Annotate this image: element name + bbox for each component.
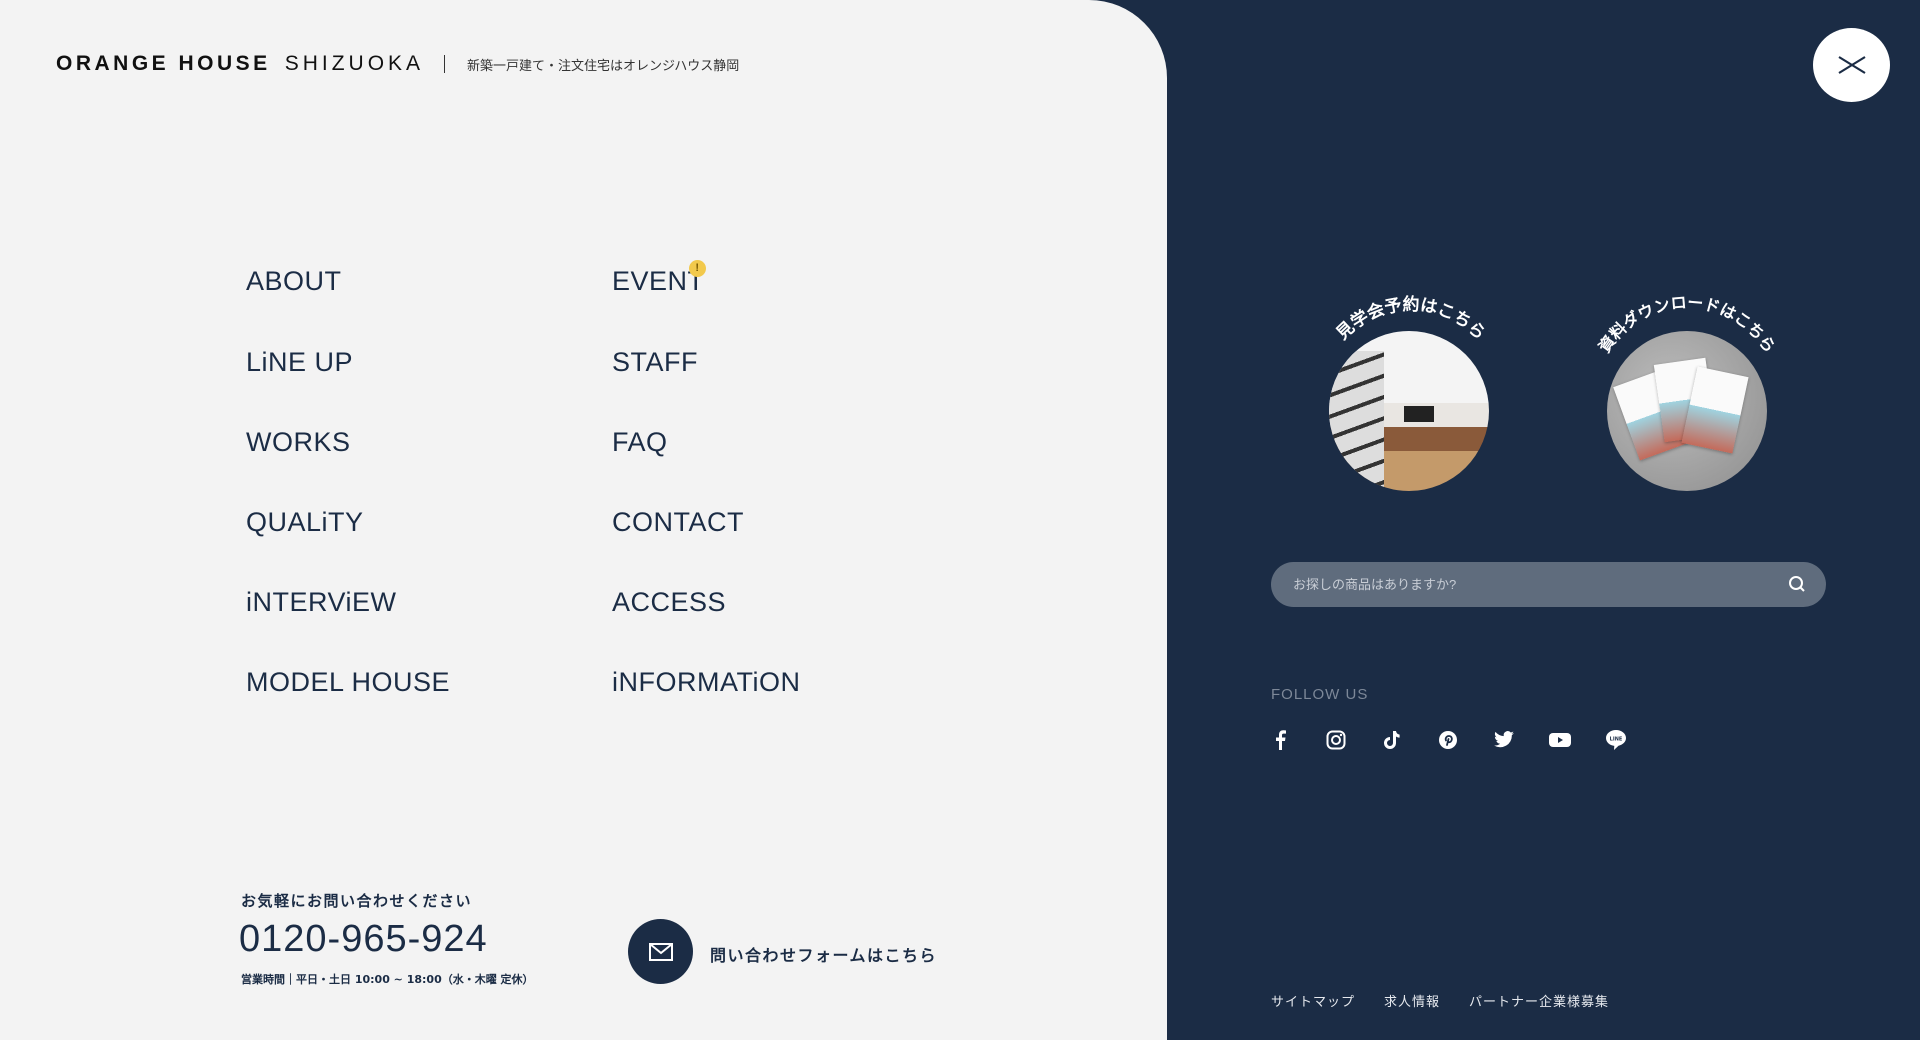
nav-works[interactable]: WORKS [246,427,351,458]
pinterest-icon[interactable] [1436,728,1460,752]
nav-information[interactable]: iNFORMATiON [612,667,800,698]
facebook-icon[interactable] [1268,728,1292,752]
phone-number[interactable]: 0120-965-924 [239,918,488,961]
instagram-icon[interactable] [1324,728,1348,752]
nav-model-house[interactable]: MODEL HOUSE [246,667,450,698]
twitter-icon[interactable] [1492,728,1516,752]
divider [444,55,446,73]
footer-links: サイトマップ 求人情報 パートナー企業様募集 [1271,991,1609,1010]
footer-sitemap[interactable]: サイトマップ [1271,991,1355,1010]
contact-label: お気軽にお問い合わせください [241,892,473,910]
nav-interview[interactable]: iNTERViEW [246,587,397,618]
contact-form-button[interactable] [628,919,693,984]
tiktok-icon[interactable] [1380,728,1404,752]
model-house-photo [1329,331,1489,491]
youtube-icon[interactable] [1548,728,1572,752]
menu-panel: ORANGE HOUSE SHIZUOKA 新築一戸建て・注文住宅はオレンジハウ… [0,0,1167,1040]
nav-staff[interactable]: STAFF [612,347,698,378]
footer-partner[interactable]: パートナー企業様募集 [1469,991,1609,1010]
event-new-badge: ! [689,260,706,277]
nav-contact[interactable]: CONTACT [612,507,744,538]
business-hours: 営業時間｜平日・土日 10:00 ~ 18:00（水・木曜 定休） [241,973,534,986]
social-links: LINE [1268,728,1628,752]
svg-text:LINE: LINE [1610,737,1623,743]
mail-icon [648,942,673,961]
nav-access[interactable]: ACCESS [612,587,726,618]
nav-lineup[interactable]: LiNE UP [246,347,353,378]
logo[interactable]: ORANGE HOUSE SHIZUOKA 新築一戸建て・注文住宅はオレンジハウ… [56,52,739,76]
nav-faq[interactable]: FAQ [612,427,668,458]
close-button[interactable] [1813,28,1890,102]
brochure-photo [1607,331,1767,491]
close-icon [1837,56,1866,74]
nav-quality[interactable]: QUALiTY [246,507,364,538]
search-bar [1271,562,1826,607]
nav-about[interactable]: ABOUT [246,266,342,297]
footer-recruit[interactable]: 求人情報 [1384,991,1440,1010]
line-icon[interactable]: LINE [1604,728,1628,752]
search-icon[interactable] [1788,575,1806,593]
brochure-download-link[interactable]: 資料ダウンロードはこちら [1562,270,1812,500]
follow-us-label: FOLLOW US [1271,686,1369,703]
brand-name: ORANGE HOUSE [56,52,271,75]
search-input[interactable] [1293,562,1773,607]
contact-form-link[interactable]: 問い合わせフォームはこちら [710,942,937,966]
tagline: 新築一戸建て・注文住宅はオレンジハウス静岡 [467,58,740,74]
brand-region: SHIZUOKA [284,52,425,75]
visit-reservation-link[interactable]: 見学会予約はこちら [1284,270,1534,500]
